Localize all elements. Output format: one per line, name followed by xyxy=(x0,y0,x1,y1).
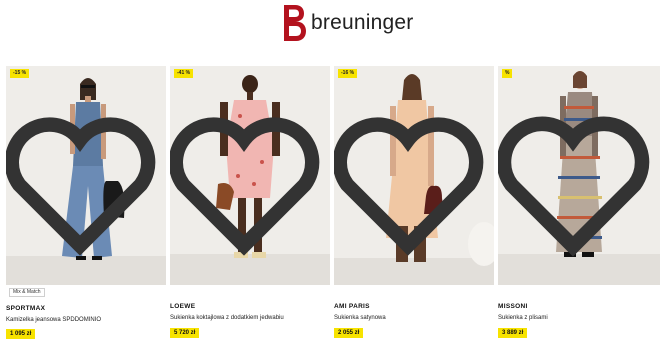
product-card[interactable]: % MISSONI Sukienka z plisami 3 889 zł xyxy=(498,66,660,338)
heart-outline-icon[interactable] xyxy=(334,72,488,285)
product-image[interactable]: -15 % xyxy=(6,66,166,285)
product-price: 3 889 zł xyxy=(498,328,528,338)
heart-outline-icon[interactable] xyxy=(498,72,654,285)
heart-outline-icon[interactable] xyxy=(6,72,160,285)
breuninger-logo[interactable]: breuninger xyxy=(284,5,413,41)
product-name[interactable]: Sukienka satynowa xyxy=(334,315,386,321)
heart-outline-icon[interactable] xyxy=(170,72,324,285)
product-price: 2 055 zł xyxy=(334,328,364,338)
product-card[interactable]: -41 % LOEWE Sukienka koktajlowa z dodatk… xyxy=(170,66,330,338)
product-name[interactable]: Kamizelka jeansowa SPDDOMINIO xyxy=(6,317,101,323)
product-image[interactable]: % xyxy=(498,66,660,285)
product-card[interactable]: -16 % AMI PARIS Sukienka satynowa 2 055 … xyxy=(334,66,494,338)
mix-match-tag: Mix & Match xyxy=(9,288,45,297)
product-brand[interactable]: SPORTMAX xyxy=(6,305,45,312)
product-card[interactable]: -15 % Mix & Match SPORTMAX Kamizelka jea… xyxy=(6,66,166,339)
site-header: breuninger xyxy=(0,0,664,56)
product-name[interactable]: Sukienka z plisami xyxy=(498,315,548,321)
product-image[interactable]: -41 % xyxy=(170,66,330,285)
product-brand[interactable]: LOEWE xyxy=(170,303,195,310)
logo-text: breuninger xyxy=(311,11,414,34)
product-brand[interactable]: AMI PARIS xyxy=(334,303,370,310)
product-grid: -15 % Mix & Match SPORTMAX Kamizelka jea… xyxy=(6,66,660,339)
breuninger-b-icon xyxy=(284,5,306,41)
product-price: 1 095 zł xyxy=(6,329,36,339)
product-price: 5 720 zł xyxy=(170,328,200,338)
product-brand[interactable]: MISSONI xyxy=(498,303,528,310)
product-name[interactable]: Sukienka koktajlowa z dodatkiem jedwabiu xyxy=(170,315,284,321)
product-image[interactable]: -16 % xyxy=(334,66,494,285)
